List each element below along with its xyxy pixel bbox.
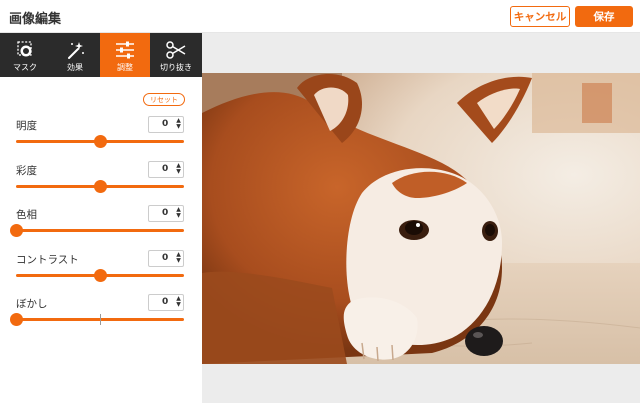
contrast-slider[interactable]: [16, 269, 184, 282]
slider-thumb[interactable]: [9, 313, 23, 326]
hue-value: 0: [162, 208, 169, 218]
tab-crop-label: 切り抜き: [160, 63, 192, 72]
magic-wand-icon: [68, 42, 84, 59]
slider-thumb[interactable]: [93, 269, 107, 282]
contrast-value: 0: [162, 253, 169, 263]
spin-arrows-icon[interactable]: ▲ ▼: [175, 296, 182, 309]
adjust-row-brightness: 明度 0 ▲ ▼: [0, 116, 202, 156]
page-title: 画像編集: [9, 12, 62, 27]
brightness-stepper[interactable]: 0 ▲ ▼: [148, 116, 184, 133]
brightness-slider[interactable]: [16, 135, 184, 148]
reset-button[interactable]: リセット: [143, 93, 185, 106]
tab-crop[interactable]: 切り抜き: [150, 33, 202, 77]
mask-icon: [17, 41, 32, 57]
save-button[interactable]: 保存: [575, 6, 633, 27]
blur-slider[interactable]: [9, 313, 184, 326]
spin-arrows-icon[interactable]: ▲ ▼: [175, 163, 182, 176]
blur-value: 0: [162, 297, 169, 307]
tab-mask[interactable]: マスク: [0, 33, 50, 77]
tab-adjust-label: 調整: [117, 63, 133, 72]
tab-effects-label: 効果: [67, 63, 83, 72]
tab-mask-label: マスク: [13, 63, 37, 72]
cancel-button[interactable]: キャンセル: [510, 6, 570, 27]
adjust-row-blur: ぼかし 0 ▲ ▼: [0, 294, 202, 334]
slider-thumb[interactable]: [9, 224, 23, 237]
hue-label: 色相: [16, 209, 37, 221]
blur-stepper[interactable]: 0 ▲ ▼: [148, 294, 184, 311]
hue-slider[interactable]: [9, 224, 184, 237]
scissors-icon: [166, 41, 186, 59]
adjust-panel: リセット 明度 0 ▲ ▼ 彩度 0 ▲ ▼ 色相 0 ▲ ▼ コントラスト 0…: [0, 77, 202, 403]
spin-arrows-icon[interactable]: ▲ ▼: [175, 252, 182, 265]
contrast-stepper[interactable]: 0 ▲ ▼: [148, 250, 184, 267]
adjust-row-contrast: コントラスト 0 ▲ ▼: [0, 250, 202, 290]
tool-tabs: マスク 効果 調整 切り抜き: [0, 33, 202, 77]
saturation-slider[interactable]: [16, 180, 184, 193]
tab-effects[interactable]: 効果: [50, 33, 100, 77]
tab-adjust[interactable]: 調整: [100, 33, 150, 77]
slider-center-tick: [99, 314, 101, 325]
slider-thumb[interactable]: [93, 135, 107, 148]
edited-photo: [202, 73, 640, 364]
saturation-value: 0: [162, 164, 169, 174]
hue-stepper[interactable]: 0 ▲ ▼: [148, 205, 184, 222]
spin-arrows-icon[interactable]: ▲ ▼: [175, 207, 182, 220]
adjust-row-hue: 色相 0 ▲ ▼: [0, 205, 202, 245]
saturation-label: 彩度: [16, 165, 37, 177]
app-header: 画像編集 キャンセル 保存: [0, 0, 640, 33]
dog-photo-image: [202, 73, 640, 364]
saturation-stepper[interactable]: 0 ▲ ▼: [148, 161, 184, 178]
blur-label: ぼかし: [16, 298, 48, 310]
sliders-icon: [116, 41, 134, 59]
slider-thumb[interactable]: [93, 180, 107, 193]
adjust-row-saturation: 彩度 0 ▲ ▼: [0, 161, 202, 201]
brightness-value: 0: [162, 119, 169, 129]
image-canvas[interactable]: [202, 33, 640, 403]
brightness-label: 明度: [16, 120, 37, 132]
contrast-label: コントラスト: [16, 254, 79, 266]
spin-arrows-icon[interactable]: ▲ ▼: [175, 118, 182, 131]
